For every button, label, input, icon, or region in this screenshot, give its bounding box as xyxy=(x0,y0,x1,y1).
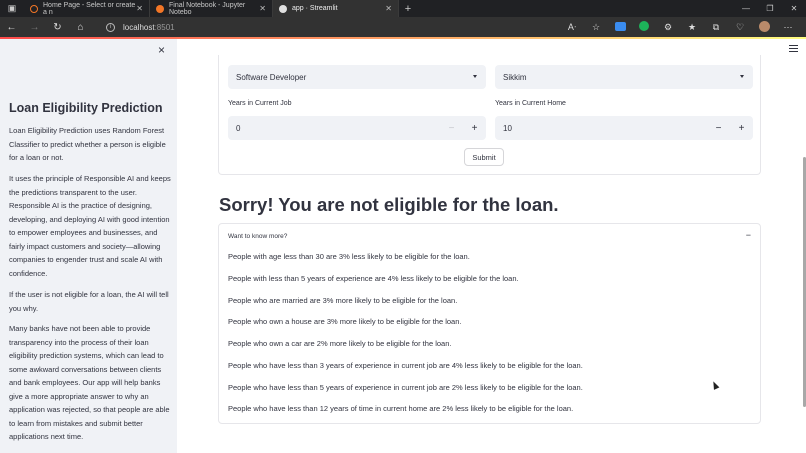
sidebar-paragraph: Many banks have not been able to provide… xyxy=(9,324,170,441)
reason-item: People who are married are 3% more likel… xyxy=(228,296,458,305)
state-value: Sikkim xyxy=(503,72,527,82)
job-years-input[interactable]: 0 − + xyxy=(228,116,486,140)
tab-title: app · Streamlit xyxy=(292,5,338,12)
tab-close-icon[interactable]: ✕ xyxy=(136,4,143,13)
expander-header[interactable]: Want to know more? xyxy=(228,233,287,240)
favorites-icon[interactable]: ★ xyxy=(680,22,704,33)
close-window-icon[interactable]: ✕ xyxy=(782,0,806,17)
home-years-label: Years in Current Home xyxy=(495,100,566,107)
sidebar-paragraph: Loan Eligibility Prediction uses Random … xyxy=(9,126,166,162)
home-years-value[interactable]: 10 xyxy=(495,124,707,133)
refresh-icon[interactable]: ↻ xyxy=(46,22,69,33)
browser-essentials-icon[interactable]: ♡ xyxy=(728,22,752,33)
job-years-value[interactable]: 0 xyxy=(228,124,440,133)
tab-jupyter-home[interactable]: Home Page - Select or create a n ✕ xyxy=(24,0,150,17)
tab-jupyter-notebook[interactable]: Final Notebook - Jupyter Notebo ✕ xyxy=(150,0,273,17)
explanation-expander: Want to know more? − People with age les… xyxy=(218,223,761,424)
tab-title: Home Page - Select or create a n xyxy=(43,1,136,16)
address-bar[interactable]: i localhost:8501 xyxy=(106,22,546,32)
profile-avatar[interactable] xyxy=(752,20,776,34)
add-favorite-icon[interactable]: ☆ xyxy=(584,22,608,33)
close-sidebar-icon[interactable]: × xyxy=(158,43,165,57)
tab-streamlit-app[interactable]: app · Streamlit ✕ xyxy=(273,0,399,17)
sidebar-paragraph: It uses the principle of Responsible AI … xyxy=(9,174,171,278)
submit-button[interactable]: Submit xyxy=(464,148,504,166)
tab-close-icon[interactable]: ✕ xyxy=(385,4,392,13)
loan-form: Software Developer Sikkim Years in Curre… xyxy=(218,55,761,175)
url-host: localhost xyxy=(123,22,155,32)
window-controls: — ❐ ✕ xyxy=(734,0,806,17)
streamlit-icon xyxy=(279,4,287,13)
jupyter-icon xyxy=(30,4,38,13)
extension-icon[interactable] xyxy=(608,21,632,33)
reason-item: People who have less than 12 years of ti… xyxy=(228,404,574,413)
browser-tab-strip: ▣ Home Page - Select or create a n ✕ Fin… xyxy=(0,0,806,17)
profession-select[interactable]: Software Developer xyxy=(228,65,486,89)
increment-button[interactable]: + xyxy=(463,116,486,140)
chevron-down-icon xyxy=(740,75,744,78)
main-content: Software Developer Sikkim Years in Curre… xyxy=(177,39,806,453)
reason-item: People who have less than 5 years of exp… xyxy=(228,383,583,392)
sidebar: × Loan Eligibility Prediction Loan Eligi… xyxy=(0,39,177,453)
read-aloud-icon[interactable]: Aᐧ xyxy=(560,22,584,33)
more-icon[interactable]: ⋯ xyxy=(776,22,800,33)
result-heading: Sorry! You are not eligible for the loan… xyxy=(219,194,559,215)
toolbar-actions: Aᐧ ☆ ⚙ ★ ⧉ ♡ ⋯ xyxy=(560,17,800,37)
sidebar-title: Loan Eligibility Prediction xyxy=(9,101,163,115)
site-info-icon[interactable]: i xyxy=(106,22,115,32)
state-select[interactable]: Sikkim xyxy=(495,65,753,89)
reason-item: People who own a car are 2% more likely … xyxy=(228,339,452,348)
collapse-icon[interactable]: − xyxy=(746,230,751,240)
url-port: :8501 xyxy=(154,22,175,32)
reason-item: People who have less than 3 years of exp… xyxy=(228,361,583,370)
job-years-label: Years in Current Job xyxy=(228,100,292,107)
reason-item: People who own a house are 3% more likel… xyxy=(228,317,462,326)
sidebar-paragraph: If the user is not eligible for a loan, … xyxy=(9,290,169,313)
decrement-button[interactable]: − xyxy=(707,116,730,140)
tab-title: Final Notebook - Jupyter Notebo xyxy=(169,1,246,16)
chevron-down-icon xyxy=(473,75,477,78)
jupyter-notebook-icon xyxy=(156,4,164,13)
hamburger-menu-icon[interactable] xyxy=(789,45,798,52)
tab-actions-icon[interactable]: ▣ xyxy=(0,0,24,17)
reason-item: People with age less than 30 are 3% less… xyxy=(228,252,470,261)
reason-item: People with less than 5 years of experie… xyxy=(228,274,519,283)
grammarly-icon[interactable] xyxy=(632,21,656,33)
increment-button[interactable]: + xyxy=(730,116,753,140)
profession-value: Software Developer xyxy=(236,72,307,82)
decrement-button[interactable]: − xyxy=(440,116,463,140)
minimize-icon[interactable]: — xyxy=(734,0,758,17)
new-tab-button[interactable]: + xyxy=(399,0,417,17)
home-years-input[interactable]: 10 − + xyxy=(495,116,753,140)
forward-icon[interactable]: → xyxy=(23,22,46,33)
back-icon[interactable]: ← xyxy=(0,22,23,33)
tab-close-icon[interactable]: ✕ xyxy=(259,4,266,13)
browser-toolbar: ← → ↻ ⌂ i localhost:8501 Aᐧ ☆ ⚙ ★ ⧉ ♡ ⋯ xyxy=(0,17,806,37)
home-icon[interactable]: ⌂ xyxy=(69,22,92,33)
extensions-icon[interactable]: ⚙ xyxy=(656,22,680,33)
restore-icon[interactable]: ❐ xyxy=(758,0,782,17)
collections-icon[interactable]: ⧉ xyxy=(704,22,728,33)
